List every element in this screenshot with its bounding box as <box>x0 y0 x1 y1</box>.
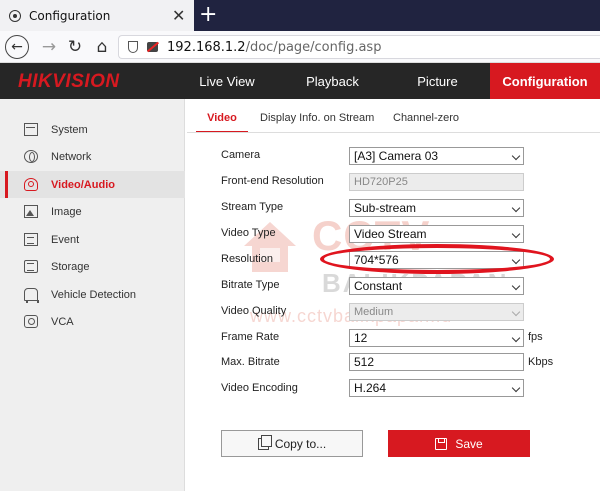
frame-rate-select[interactable]: 12 <box>349 329 524 347</box>
video-encoding-label: Video Encoding <box>221 382 298 394</box>
sidebar-item-image[interactable]: Image <box>0 198 185 225</box>
stream-type-value: Sub-stream <box>354 201 417 215</box>
url-path: /doc/page/config.asp <box>245 39 382 55</box>
browser-navbar: ← → ↻ ⌂ 192.168.1.2/doc/page/config.asp <box>0 31 600 63</box>
sidebar-item-event[interactable]: Event <box>0 226 185 253</box>
sidebar-item-label: Vehicle Detection <box>51 288 136 301</box>
save-label: Save <box>455 436 483 451</box>
stream-type-label: Stream Type <box>221 201 284 213</box>
frame-rate-label: Frame Rate <box>221 331 280 343</box>
frame-rate-unit: fps <box>528 331 543 343</box>
reload-icon[interactable]: ↻ <box>63 35 87 59</box>
browser-tab[interactable]: Configuration ✕ <box>0 0 194 31</box>
chevron-down-icon <box>511 229 521 239</box>
sidebar-item-network[interactable]: Network <box>0 143 185 170</box>
camera-label: Camera <box>221 149 261 161</box>
video-quality-value: Medium <box>354 306 394 318</box>
video-quality-select: Medium <box>349 303 524 321</box>
watermark-house-icon <box>244 222 296 272</box>
back-arrow-icon[interactable]: ← <box>5 35 29 59</box>
front-end-resolution-field: HD720P25 <box>349 173 524 191</box>
sidebar-item-label: Storage <box>51 260 90 273</box>
sidebar-item-label: Event <box>51 233 80 246</box>
forward-arrow-icon[interactable]: → <box>37 35 61 59</box>
url-host: 192.168.1.2 <box>167 39 246 55</box>
camera-icon <box>24 178 38 191</box>
chevron-down-icon <box>511 203 521 213</box>
chevron-down-icon <box>511 307 521 317</box>
copy-to-button[interactable]: Copy to... <box>221 430 363 457</box>
menu-live-view[interactable]: Live View <box>187 63 267 99</box>
browser-tab-strip: Configuration ✕ + <box>0 0 600 31</box>
menu-playback[interactable]: Playback <box>290 63 375 99</box>
camera-value: [A3] Camera 03 <box>354 149 439 163</box>
save-icon <box>435 437 448 450</box>
sidebar-item-storage[interactable]: Storage <box>0 253 185 280</box>
camera-select[interactable]: [A3] Camera 03 <box>349 147 524 165</box>
frame-rate-value: 12 <box>354 331 368 345</box>
copy-to-label: Copy to... <box>274 436 327 451</box>
app-header: HIKVISION Live View Playback Picture Con… <box>0 63 600 99</box>
browser-tab-title: Configuration <box>29 8 111 23</box>
front-end-resolution-label: Front-end Resolution <box>221 175 324 187</box>
image-icon <box>24 205 38 218</box>
tab-display-info[interactable]: Display Info. on Stream <box>260 112 374 132</box>
chevron-down-icon <box>511 281 521 291</box>
stream-type-select[interactable]: Sub-stream <box>349 199 524 217</box>
sidebar-item-label: Network <box>51 150 92 163</box>
menu-picture[interactable]: Picture <box>400 63 475 99</box>
vca-icon <box>24 315 38 328</box>
shield-icon[interactable] <box>128 41 138 53</box>
bitrate-type-value: Constant <box>354 279 403 293</box>
resolution-highlight-ellipse <box>320 244 554 274</box>
address-bar[interactable]: 192.168.1.2/doc/page/config.asp <box>118 35 600 59</box>
insecure-lock-icon[interactable] <box>147 42 158 52</box>
video-encoding-select[interactable]: H.264 <box>349 379 524 397</box>
system-icon <box>24 123 38 136</box>
sidebar-item-vehicle-detection[interactable]: Vehicle Detection <box>0 281 185 308</box>
sidebar-item-label: VCA <box>51 315 74 328</box>
chevron-down-icon <box>511 151 521 161</box>
front-end-resolution-value: HD720P25 <box>354 176 408 188</box>
sidebar-item-system[interactable]: System <box>0 116 185 143</box>
video-encoding-value: H.264 <box>354 381 387 395</box>
new-tab-icon[interactable]: + <box>199 2 217 27</box>
vehicle-icon <box>24 288 39 303</box>
max-bitrate-input[interactable]: 512 <box>349 353 524 371</box>
max-bitrate-value: 512 <box>354 355 375 369</box>
tab-video[interactable]: Video <box>196 112 248 133</box>
sidebar: System Network Video/Audio Image Event S… <box>0 99 185 491</box>
bitrate-type-select[interactable]: Constant <box>349 277 524 295</box>
camera-favicon-icon <box>9 9 21 22</box>
sidebar-item-video-audio[interactable]: Video/Audio <box>0 171 185 198</box>
bitrate-type-label: Bitrate Type <box>221 279 280 291</box>
menu-configuration[interactable]: Configuration <box>490 63 600 99</box>
sidebar-item-label: Image <box>51 205 82 218</box>
video-quality-label: Video Quality <box>221 305 287 317</box>
tab-divider <box>187 132 600 133</box>
max-bitrate-label: Max. Bitrate <box>221 356 280 368</box>
resolution-label: Resolution <box>221 253 273 265</box>
video-type-value: Video Stream <box>354 227 427 241</box>
home-icon[interactable]: ⌂ <box>90 35 114 59</box>
sidebar-item-label: Video/Audio <box>51 178 115 191</box>
sidebar-item-label: System <box>51 123 88 136</box>
tab-channel-zero[interactable]: Channel-zero <box>393 112 459 132</box>
copy-icon <box>257 434 272 450</box>
video-type-label: Video Type <box>221 227 276 239</box>
video-type-select[interactable]: Video Stream <box>349 225 524 243</box>
chevron-down-icon <box>511 383 521 393</box>
sidebar-item-vca[interactable]: VCA <box>0 308 185 335</box>
chevron-down-icon <box>511 333 521 343</box>
event-icon <box>24 233 38 246</box>
hikvision-logo: HIKVISION <box>18 71 120 92</box>
save-button[interactable]: Save <box>388 430 530 457</box>
max-bitrate-unit: Kbps <box>528 356 554 368</box>
close-tab-icon[interactable]: ✕ <box>172 6 185 25</box>
globe-icon <box>24 150 38 163</box>
storage-icon <box>24 260 38 273</box>
url-text: 192.168.1.2/doc/page/config.asp <box>167 40 381 55</box>
